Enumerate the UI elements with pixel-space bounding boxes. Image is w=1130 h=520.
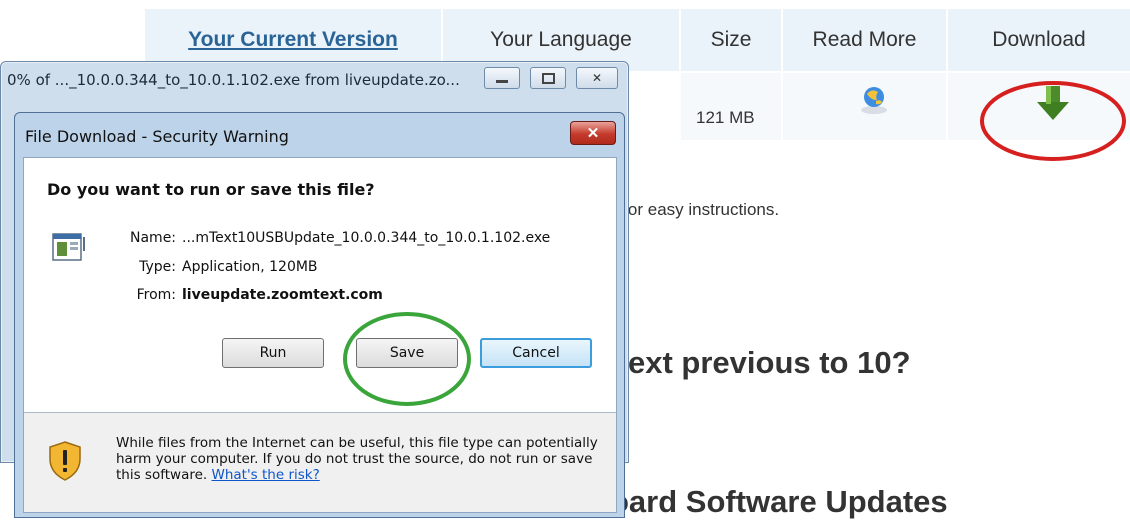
minimize-icon xyxy=(496,79,508,83)
close-icon: ✕ xyxy=(591,71,603,85)
name-row: Name: ...mText10USBUpdate_10.0.0.344_to_1… xyxy=(130,230,550,246)
name-label: Name: xyxy=(130,230,177,246)
read-more-header: Read More xyxy=(783,9,946,71)
whats-the-risk-link[interactable]: What's the risk? xyxy=(212,467,320,483)
maximize-button[interactable] xyxy=(530,67,566,89)
warning-text: While files from the Internet can be use… xyxy=(116,435,598,483)
minimize-button[interactable] xyxy=(484,67,520,89)
download-header: Download xyxy=(948,9,1130,71)
instructions-text: e for easy instructions. xyxy=(609,200,779,220)
size-value: 121 MB xyxy=(696,108,755,127)
red-circle-annotation xyxy=(980,81,1126,161)
run-button[interactable]: Run xyxy=(222,338,324,368)
window-close-button[interactable]: ✕ xyxy=(576,67,618,89)
dialog-body: Do you want to run or save this file? Na… xyxy=(23,157,617,513)
cancel-button[interactable]: Cancel xyxy=(480,338,592,368)
type-row: Type: Application, 120MB xyxy=(130,259,318,275)
heading-software-updates: oard Software Updates xyxy=(610,484,948,519)
dialog-close-button[interactable]: ✕ xyxy=(570,121,616,145)
heading-previous-versions: ext previous to 10? xyxy=(628,345,911,380)
from-row: From: liveupdate.zoomtext.com xyxy=(130,287,383,303)
from-label: From: xyxy=(136,287,176,303)
close-icon: ✕ xyxy=(586,125,600,142)
warning-footer: While files from the Internet can be use… xyxy=(24,413,616,512)
progress-window-title: 0% of ..._10.0.0.344_to_10.0.1.102.exe f… xyxy=(7,71,460,89)
from-value: liveupdate.zoomtext.com xyxy=(182,287,383,303)
save-button[interactable]: Save xyxy=(356,338,458,368)
warning-message: While files from the Internet can be use… xyxy=(116,435,606,483)
instructions-suffix: for easy instructions. xyxy=(618,200,780,219)
type-label: Type: xyxy=(139,259,176,275)
type-value: Application, 120MB xyxy=(182,259,318,275)
security-warning-dialog: File Download - Security Warning ✕ Do yo… xyxy=(14,112,625,518)
name-value: ...mText10USBUpdate_10.0.0.344_to_10.0.1… xyxy=(182,230,551,246)
globe-icon[interactable] xyxy=(857,82,891,116)
dialog-question: Do you want to run or save this file? xyxy=(47,180,375,199)
size-cell xyxy=(681,73,781,140)
shield-warning-icon xyxy=(49,441,81,481)
maximize-icon xyxy=(541,72,555,84)
application-icon xyxy=(52,233,85,261)
dialog-title: File Download - Security Warning xyxy=(25,127,289,146)
size-header: Size xyxy=(681,9,781,71)
